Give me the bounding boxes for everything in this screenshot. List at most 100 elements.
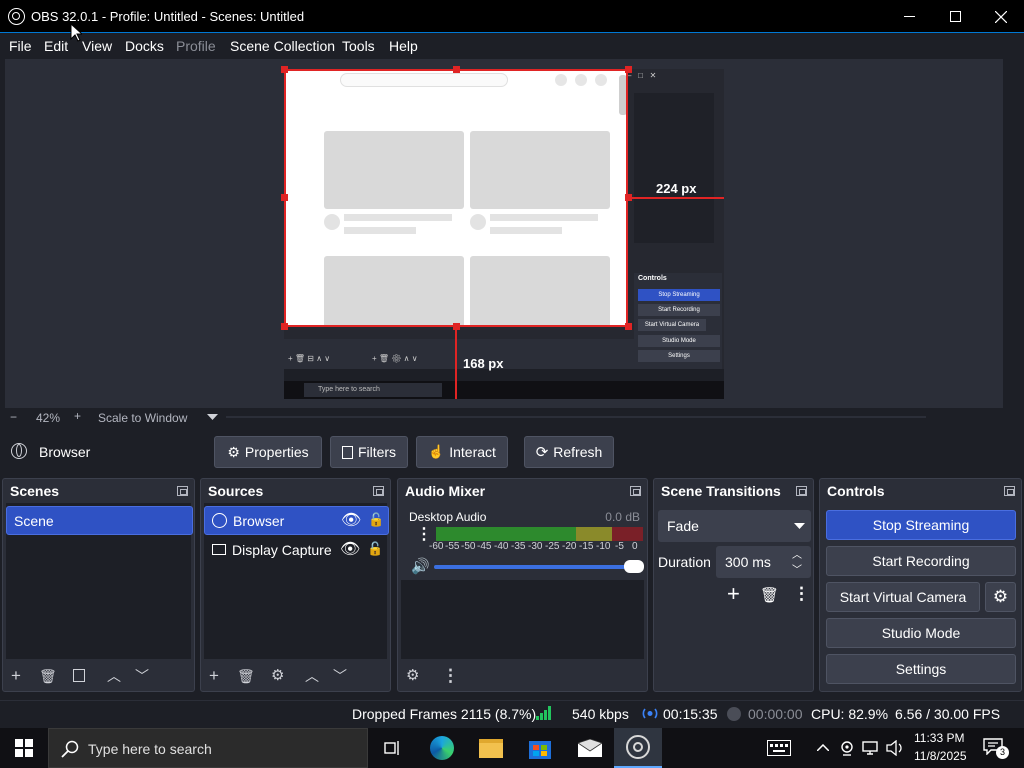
move-up-icon[interactable]: ︿ xyxy=(107,667,121,685)
recording-time: 00:00:00 xyxy=(748,706,803,722)
start-button[interactable] xyxy=(0,728,48,768)
advanced-audio-gear-icon[interactable]: ⚙ xyxy=(406,667,419,685)
menu-file[interactable]: File xyxy=(9,38,32,54)
studio-mode-button[interactable]: Studio Mode xyxy=(826,618,1016,648)
meter-tick: -15 xyxy=(579,541,594,552)
add-source-icon[interactable]: + xyxy=(209,667,219,685)
undock-icon[interactable] xyxy=(373,486,384,496)
menu-tools[interactable]: Tools xyxy=(342,38,375,54)
close-window-button[interactable] xyxy=(978,0,1024,33)
transition-properties-icon[interactable]: ⋮ xyxy=(793,584,810,604)
chevron-up-icon[interactable] xyxy=(817,744,829,751)
eye-icon[interactable]: 👁 xyxy=(341,510,361,530)
inner-preview xyxy=(634,93,714,243)
scene-transitions-dock: Scene Transitions Fade Duration 300 ms ︿… xyxy=(653,478,814,692)
zoom-in-button[interactable]: + xyxy=(74,409,81,423)
interact-label: Interact xyxy=(449,444,496,460)
lock-icon[interactable]: 🔓 xyxy=(368,512,384,528)
bitrate: 540 kbps xyxy=(572,706,629,722)
task-view-button[interactable] xyxy=(368,728,416,768)
filters-label: Filters xyxy=(357,444,397,460)
resize-handle[interactable] xyxy=(281,323,288,330)
resize-handle[interactable] xyxy=(281,66,288,73)
menu-help[interactable]: Help xyxy=(389,38,418,54)
sources-list: Browser 👁 🔓 Display Capture 👁 🔓 xyxy=(204,503,389,659)
resize-handle[interactable] xyxy=(625,66,632,73)
keyboard-icon[interactable] xyxy=(767,740,791,756)
volume-slider[interactable] xyxy=(434,560,644,573)
properties-button[interactable]: ⚙ Properties xyxy=(214,436,322,468)
start-virtual-camera-button[interactable]: Start Virtual Camera xyxy=(826,582,980,612)
volume-icon[interactable] xyxy=(886,740,904,756)
zoom-out-button[interactable]: − xyxy=(10,410,17,424)
menu-edit[interactable]: Edit xyxy=(44,38,68,54)
speaker-icon[interactable]: 🔊 xyxy=(411,557,430,575)
virtual-camera-settings-button[interactable]: ⚙ xyxy=(985,582,1016,612)
move-up-icon[interactable]: ︿ xyxy=(305,667,319,685)
obs-taskbar-button[interactable] xyxy=(614,728,662,768)
resize-handle[interactable] xyxy=(453,66,460,73)
stop-streaming-button[interactable]: Stop Streaming xyxy=(826,510,1016,540)
undock-icon[interactable] xyxy=(1004,486,1015,496)
transition-select[interactable]: Fade xyxy=(658,510,811,542)
duration-spinbox[interactable]: 300 ms ︿ ﹀ xyxy=(716,546,811,578)
title-bar: OBS 32.0.1 - Profile: Untitled - Scenes:… xyxy=(0,0,1024,33)
volume-slider-handle[interactable] xyxy=(624,560,644,573)
clock-time[interactable]: 11:33 PM xyxy=(914,731,964,745)
trash-icon[interactable]: 🗑 xyxy=(237,667,255,685)
lock-icon[interactable]: 🔓 xyxy=(367,541,383,557)
scene-filters-icon[interactable] xyxy=(73,669,85,682)
undock-icon[interactable] xyxy=(630,486,641,496)
trash-icon[interactable]: 🗑 xyxy=(760,586,779,604)
volume-meter-ticks: -60 -55 -50 -45 -40 -35 -30 -25 -20 -15 … xyxy=(429,541,645,553)
notification-center-button[interactable]: 3 xyxy=(983,738,1009,759)
menu-view[interactable]: View xyxy=(82,38,112,54)
trash-icon[interactable]: 🗑 xyxy=(39,667,57,685)
resize-handle[interactable] xyxy=(625,323,632,330)
source-item-display-capture[interactable]: Display Capture 👁 🔓 xyxy=(204,536,389,565)
source-toolbar: Browser xyxy=(0,428,1024,476)
settings-button[interactable]: Settings xyxy=(826,654,1016,684)
scene-item[interactable]: Scene xyxy=(6,506,193,535)
resize-handle[interactable] xyxy=(281,194,288,201)
store-button[interactable] xyxy=(516,728,564,768)
filters-button[interactable]: Filters xyxy=(330,436,408,468)
meter-tick: -30 xyxy=(528,541,543,552)
add-transition-icon[interactable]: + xyxy=(727,583,740,605)
clock-date[interactable]: 11/8/2025 xyxy=(914,749,967,763)
preview-area[interactable]: – □ ✕ Controls Stop Streaming Start Reco… xyxy=(5,59,1003,408)
mail-icon xyxy=(578,739,602,757)
distance-guide-right xyxy=(628,197,724,199)
more-options-icon[interactable]: ⋮ xyxy=(442,667,459,685)
maximize-button[interactable] xyxy=(932,0,978,33)
menu-scene-collection[interactable]: Scene Collection xyxy=(230,38,335,54)
dropdown-arrow-icon[interactable] xyxy=(207,414,218,420)
minimize-button[interactable] xyxy=(886,0,932,33)
gear-icon[interactable]: ⚙ xyxy=(271,667,284,685)
start-recording-button[interactable]: Start Recording xyxy=(826,546,1016,576)
taskbar-search-box[interactable]: Type here to search xyxy=(48,728,368,768)
scale-mode[interactable]: Scale to Window xyxy=(98,411,187,425)
network-icon[interactable] xyxy=(862,740,880,756)
vertical-scrollbar[interactable] xyxy=(997,59,1003,408)
chevron-down-icon[interactable]: ﹀ xyxy=(792,561,802,576)
source-item-browser[interactable]: Browser 👁 🔓 xyxy=(204,506,389,535)
menu-profile[interactable]: Profile xyxy=(176,38,216,54)
undock-icon[interactable] xyxy=(177,486,188,496)
add-scene-icon[interactable]: + xyxy=(11,667,21,685)
chevron-up-icon[interactable]: ︿ xyxy=(792,546,802,561)
menu-docks[interactable]: Docks xyxy=(125,38,164,54)
interact-button[interactable]: ☝ Interact xyxy=(416,436,508,468)
sources-toolbar: + 🗑 ⚙ ︿ ﹀ xyxy=(201,661,390,691)
file-explorer-button[interactable] xyxy=(467,728,515,768)
refresh-button[interactable]: ⟳ Refresh xyxy=(524,436,614,468)
undock-icon[interactable] xyxy=(796,486,807,496)
sources-dock: Sources Browser 👁 🔓 Display Capture 👁 🔓 … xyxy=(200,478,391,692)
eye-icon[interactable]: 👁 xyxy=(340,539,360,559)
mail-button[interactable] xyxy=(566,728,614,768)
controls-title: Controls xyxy=(827,483,885,499)
edge-button[interactable] xyxy=(418,728,466,768)
move-down-icon[interactable]: ﹀ xyxy=(135,667,149,685)
move-down-icon[interactable]: ﹀ xyxy=(333,667,347,685)
horizontal-scrollbar[interactable] xyxy=(226,416,926,418)
